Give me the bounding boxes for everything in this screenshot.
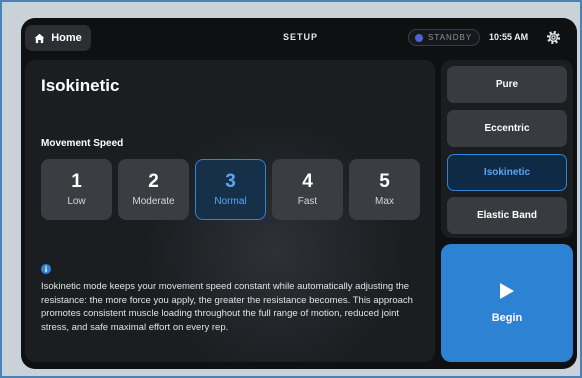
speed-number: 4 (302, 171, 313, 192)
device-screen: Home SETUP STANDBY 10:55 AM Isokinetic M… (21, 18, 577, 369)
movement-speed-label: Movement Speed (41, 138, 124, 149)
mode-description: Isokinetic mode keeps your movement spee… (41, 281, 413, 333)
screenshot-frame: Home SETUP STANDBY 10:55 AM Isokinetic M… (0, 0, 582, 378)
mode-button-elastic-band[interactable]: Elastic Band (447, 197, 567, 234)
speed-label: Fast (297, 196, 318, 207)
speed-selector: 1 Low 2 Moderate 3 Normal 4 Fast 5 Max (41, 159, 421, 221)
speed-label: Low (67, 196, 86, 207)
mode-button-pure[interactable]: Pure (447, 66, 567, 103)
status-text: STANDBY (428, 33, 473, 42)
speed-button-1[interactable]: 1 Low (41, 159, 112, 220)
status-badge: STANDBY (408, 29, 480, 46)
speed-number: 1 (71, 171, 82, 192)
speed-number: 2 (148, 171, 159, 192)
begin-button-label: Begin (491, 312, 523, 324)
speed-number: 5 (379, 171, 390, 192)
mode-title: Isokinetic (41, 76, 120, 95)
mode-detail-panel: Isokinetic Movement Speed 1 Low 2 Modera… (25, 60, 435, 362)
speed-label: Max (375, 196, 394, 207)
speed-label: Moderate (132, 196, 175, 207)
home-icon (34, 33, 45, 43)
speed-button-3[interactable]: 3 Normal (195, 159, 266, 220)
info-icon (41, 264, 51, 274)
mode-button-eccentric[interactable]: Eccentric (447, 110, 567, 147)
status-dot-icon (415, 33, 423, 42)
clock: 10:55 AM (489, 32, 529, 42)
home-button[interactable]: Home (25, 25, 91, 51)
speed-button-4[interactable]: 4 Fast (272, 159, 343, 220)
page-title: SETUP (283, 32, 319, 42)
play-icon (500, 283, 514, 299)
mode-button-isokinetic[interactable]: Isokinetic (447, 154, 567, 191)
home-button-label: Home (51, 32, 82, 44)
speed-button-5[interactable]: 5 Max (349, 159, 420, 220)
speed-label: Normal (214, 196, 247, 207)
begin-button[interactable]: Begin (441, 244, 573, 362)
gear-icon[interactable] (546, 30, 561, 45)
mode-list: Pure Eccentric Isokinetic Elastic Band (441, 60, 573, 238)
speed-number: 3 (225, 171, 236, 192)
top-bar: Home SETUP STANDBY 10:55 AM (21, 18, 577, 58)
speed-button-2[interactable]: 2 Moderate (118, 159, 189, 220)
